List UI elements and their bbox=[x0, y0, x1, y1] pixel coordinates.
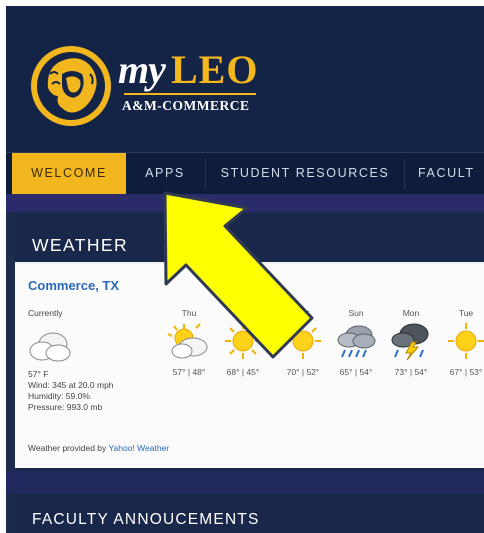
forecast-day: Thu bbox=[181, 308, 197, 318]
lion-logo-icon bbox=[31, 46, 111, 126]
accent-band bbox=[6, 194, 484, 212]
thunderstorm-icon bbox=[391, 323, 429, 360]
forecast-temp: 68° | 45° bbox=[226, 367, 260, 377]
faculty-announcements-panel: FACULTY ANNOUCEMENTS bbox=[15, 493, 484, 533]
nav-item-student-resources[interactable]: STUDENT RESOURCES bbox=[214, 153, 396, 194]
partly-cloudy-icon bbox=[167, 323, 208, 359]
forecast-temp: 70° | 52° bbox=[286, 367, 320, 377]
forecast-temp: 65° | 54° bbox=[339, 367, 373, 377]
rain-icon bbox=[337, 325, 376, 358]
current-wind: Wind: 345 at 20.0 mph bbox=[28, 380, 114, 390]
faculty-announcements-title: FACULTY ANNOUCEMENTS bbox=[32, 511, 260, 528]
brand-leo: LEO bbox=[171, 47, 259, 92]
current-humidity: Humidity: 59.0% bbox=[28, 391, 90, 401]
weather-credit: Weather provided by Yahoo! Weather bbox=[28, 443, 169, 453]
forecast-temp: 67° | 53° bbox=[449, 367, 483, 377]
main-nav: WELCOME APPS STUDENT RESOURCES FACULT bbox=[6, 152, 484, 194]
cloudy-icon bbox=[29, 332, 71, 362]
nav-item-faculty[interactable]: FACULT bbox=[418, 153, 484, 194]
nav-divider bbox=[404, 159, 405, 189]
forecast-day: Mon bbox=[402, 308, 420, 318]
current-label: Currently bbox=[28, 308, 63, 318]
nav-item-apps[interactable]: APPS bbox=[130, 153, 200, 194]
nav-item-welcome[interactable]: WELCOME bbox=[12, 153, 126, 194]
brand-my: my bbox=[118, 47, 166, 92]
forecast-day: Sun bbox=[348, 308, 364, 318]
weather-city-link[interactable]: Commerce, TX bbox=[28, 278, 119, 293]
sunny-icon bbox=[448, 323, 484, 359]
brand-rule bbox=[124, 93, 256, 95]
sunny-icon bbox=[225, 323, 261, 359]
sunny-icon bbox=[285, 323, 321, 359]
forecast-day: Tue bbox=[458, 308, 474, 318]
forecast-temp: 73° | 54° bbox=[394, 367, 428, 377]
current-pressure: Pressure: 993.0 mb bbox=[28, 402, 103, 412]
header: my LEO A&M-COMMERCE bbox=[6, 6, 484, 152]
weather-body: Commerce, TX Currently 57° F Wind: 345 a… bbox=[15, 262, 484, 468]
forecast-day: Sat bbox=[296, 308, 310, 318]
weather-panel: WEATHER Commerce, TX Currently 57° F Win… bbox=[15, 214, 484, 471]
yahoo-weather-link[interactable]: Yahoo! Weather bbox=[108, 443, 169, 453]
current-temp: 57° F bbox=[28, 369, 49, 379]
weather-title: WEATHER bbox=[32, 235, 129, 255]
brand-subtitle: A&M-COMMERCE bbox=[122, 98, 250, 113]
mylEO-portal: my LEO A&M-COMMERCE WELCOME APPS STUDENT… bbox=[6, 6, 484, 533]
accent-band bbox=[6, 471, 484, 493]
credit-prefix: Weather provided by bbox=[28, 443, 109, 453]
nav-divider bbox=[205, 159, 206, 189]
forecast-temp: 57° | 48° bbox=[172, 367, 206, 377]
